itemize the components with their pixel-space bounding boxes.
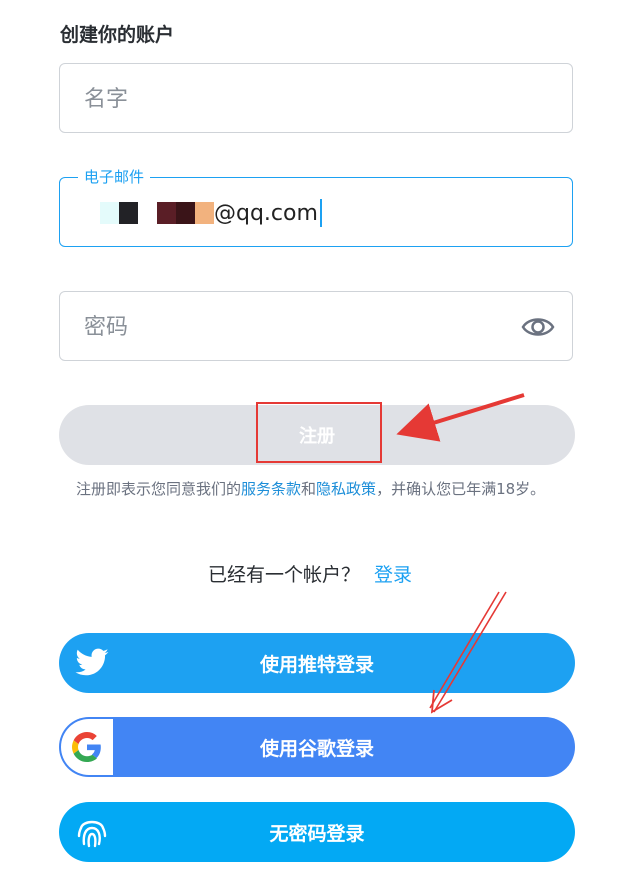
email-value: @qq.com: [214, 200, 318, 226]
name-field-container: [59, 63, 573, 134]
redacted-block: [100, 202, 119, 224]
fingerprint-icon: [73, 814, 111, 850]
twitter-bird-icon: [73, 645, 111, 681]
redacted-block: [176, 202, 195, 224]
eye-icon[interactable]: [520, 310, 556, 344]
email-input[interactable]: @qq.com: [100, 198, 322, 228]
redacted-block: [157, 202, 176, 224]
google-logo-container: [61, 719, 113, 775]
terms-text: 注册即表示您同意我们的服务条款和隐私政策，并确认您已年满18岁。: [76, 476, 556, 503]
login-prompt-text: 已经有一个帐户？: [207, 564, 360, 586]
twitter-login-label: 使用推特登录: [259, 653, 374, 676]
google-login-label: 使用谷歌登录: [259, 737, 374, 760]
passwordless-login-label: 无密码登录: [269, 822, 365, 845]
terms-suffix: ，并确认您已年满18岁。: [376, 480, 546, 498]
passwordless-login-button[interactable]: 无密码登录: [59, 802, 575, 862]
redacted-block: [119, 202, 138, 224]
email-label: 电子邮件: [78, 167, 151, 187]
google-g-icon: [72, 732, 101, 762]
google-login-button[interactable]: 使用谷歌登录: [59, 717, 575, 777]
terms-of-service-link[interactable]: 服务条款: [241, 480, 301, 498]
password-input[interactable]: [82, 292, 506, 362]
twitter-login-button[interactable]: 使用推特登录: [59, 633, 575, 693]
redacted-block: [138, 202, 157, 224]
text-caret: [319, 199, 322, 227]
name-input[interactable]: [82, 64, 506, 134]
terms-and: 和: [301, 480, 317, 498]
privacy-policy-link[interactable]: 隐私政策: [316, 480, 376, 498]
password-field-container: [59, 291, 573, 362]
page-title: 创建你的账户: [60, 24, 175, 46]
terms-prefix: 注册即表示您同意我们的: [76, 480, 242, 498]
email-field-container: 电子邮件 @qq.com: [59, 167, 573, 247]
annotation-highlight-box: [256, 402, 382, 463]
login-prompt: 已经有一个帐户？ 登录: [0, 560, 620, 587]
redacted-block: [195, 202, 214, 224]
login-link[interactable]: 登录: [374, 564, 412, 586]
